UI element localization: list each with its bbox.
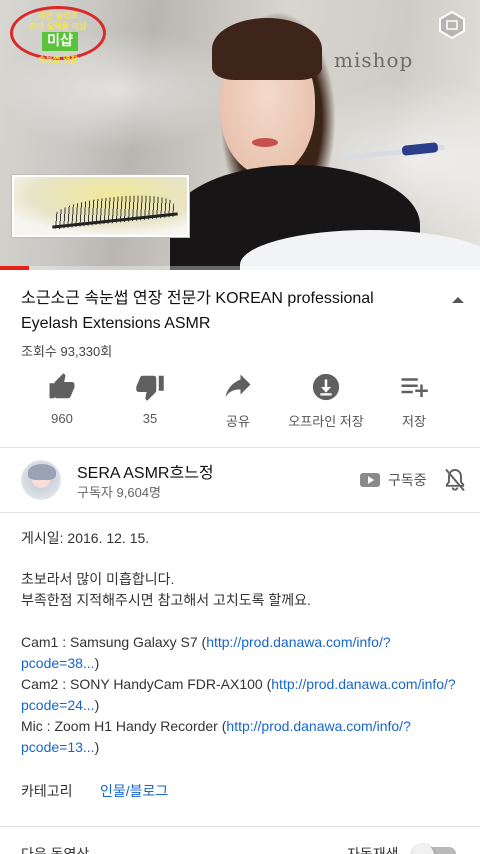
view-count: 조회수 93,330회	[21, 344, 113, 359]
share-label: 공유	[226, 414, 250, 429]
download-label: 오프라인 저장	[288, 414, 364, 429]
description-line: 초보라서 많이 미흡합니다.	[21, 571, 175, 587]
youtube-play-icon	[360, 473, 380, 487]
chevron-up-icon[interactable]	[448, 292, 468, 308]
channel-name[interactable]: SERA ASMR흐느정	[77, 459, 214, 483]
avatar-hair	[28, 464, 56, 480]
save-label: 저장	[402, 414, 426, 429]
video-progress-fill	[0, 266, 29, 270]
subscriber-count: 구독자 9,604명	[77, 485, 161, 500]
dislike-button[interactable]: 35	[105, 372, 195, 426]
equipment-item: Mic : Zoom H1 Handy Recorder (http://pro…	[21, 716, 461, 758]
video-progress-bar[interactable]	[0, 266, 480, 270]
action-bar: 960 35 공유 오프라인 저장 저장	[0, 372, 480, 434]
up-next-header: 다음 동영상 자동재생	[0, 844, 480, 854]
category-key: 카테고리	[21, 783, 73, 799]
thumbs-up-icon	[49, 373, 75, 399]
save-to-playlist-button[interactable]: 저장	[369, 372, 459, 430]
channel-row[interactable]: SERA ASMR흐느정 구독자 9,604명 구독중	[0, 448, 480, 512]
like-count: 960	[51, 411, 73, 426]
equipment-suffix: )	[94, 739, 100, 755]
video-frame-lips	[252, 138, 278, 147]
share-button[interactable]: 공유	[193, 372, 283, 430]
video-frame-bangs	[212, 18, 322, 80]
divider	[0, 826, 480, 827]
dislike-count: 35	[142, 411, 158, 426]
up-next-label: 다음 동영상	[21, 846, 90, 854]
logo-line-3: 속눈썹 연장	[38, 55, 78, 64]
logo-line-2: 최대 오락용 미샵	[29, 22, 87, 31]
autoplay-toggle-knob	[412, 844, 434, 854]
playlist-add-icon	[401, 378, 428, 397]
channel-logo-badge: 미선 송선로 최대 오락용 미샵 미샵 속눈썹 연장	[8, 4, 108, 64]
eyelash-closeup-inset	[12, 175, 189, 237]
equipment-suffix: )	[94, 697, 100, 713]
equipment-item: Cam1 : Samsung Galaxy S7 (http://prod.da…	[21, 632, 461, 674]
logo-main-text: 미샵	[42, 32, 78, 51]
subscribed-label: 구독중	[388, 472, 427, 488]
hexagon-cube-icon[interactable]	[437, 10, 467, 40]
equipment-text: Mic : Zoom H1 Handy Recorder (	[21, 718, 227, 734]
equipment-text: Cam2 : SONY HandyCam FDR-AX100 (	[21, 676, 272, 692]
video-player[interactable]: mishop 미선 송선로 최대 오락용 미샵 미샵 속눈썹 연장	[0, 0, 480, 270]
video-title: 소근소근 속눈썹 연장 전문가 KOREAN professional Eyel…	[21, 290, 374, 332]
logo-line-1: 미선 송선로	[38, 11, 78, 20]
description-line: 부족한점 지적해주시면 참고해서 고치도록 할께요.	[21, 592, 311, 608]
category-row: 카테고리 인물/블로그	[21, 781, 168, 801]
notification-bell-off-icon[interactable]	[443, 467, 467, 493]
autoplay-label: 자동재생	[347, 846, 399, 854]
share-icon	[225, 374, 251, 397]
like-button[interactable]: 960	[17, 372, 107, 426]
equipment-suffix: )	[94, 655, 100, 671]
equipment-item: Cam2 : SONY HandyCam FDR-AX100 (http://p…	[21, 674, 461, 716]
download-icon	[312, 373, 340, 401]
channel-avatar[interactable]	[21, 460, 61, 500]
autoplay-toggle[interactable]	[412, 844, 460, 854]
download-button[interactable]: 오프라인 저장	[281, 372, 371, 430]
publish-date: 게시일: 2016. 12. 15.	[21, 530, 150, 546]
divider	[0, 512, 480, 513]
equipment-list: Cam1 : Samsung Galaxy S7 (http://prod.da…	[21, 632, 461, 758]
category-link[interactable]: 인물/블로그	[100, 781, 168, 801]
thumbs-down-icon	[136, 375, 164, 401]
equipment-text: Cam1 : Samsung Galaxy S7 (	[21, 634, 207, 650]
